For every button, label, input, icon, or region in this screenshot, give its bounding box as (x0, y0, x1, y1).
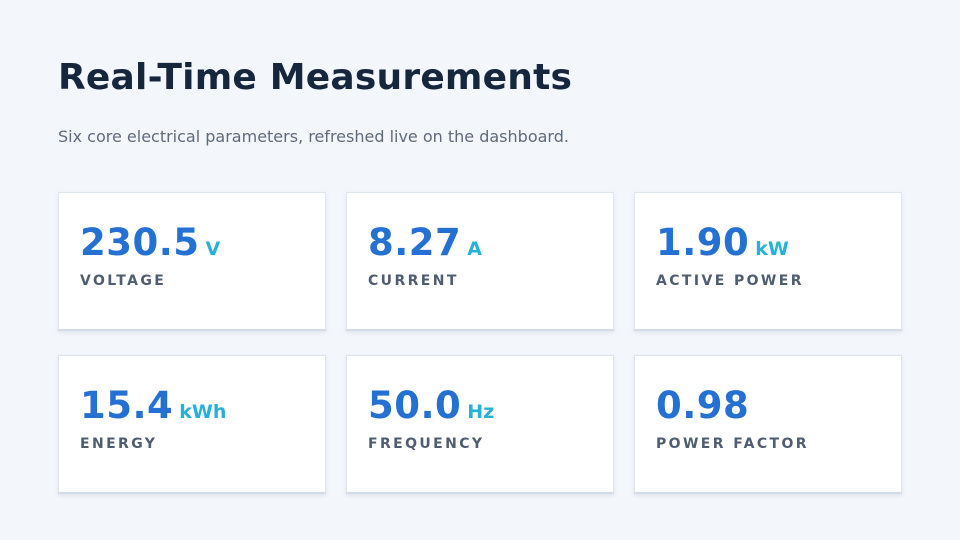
metric-unit: V (205, 238, 221, 260)
metric-value-row: 15.4 kWh (80, 384, 226, 435)
metric-value-row: 1.90 kW (656, 221, 789, 272)
metric-value: 1.90 (656, 221, 750, 264)
metric-value-row: 50.0 Hz (368, 384, 494, 435)
page-title: Real-Time Measurements (58, 57, 573, 98)
page-subtitle: Six core electrical parameters, refreshe… (58, 127, 569, 146)
metric-card-power-factor: 0.98 POWER FACTOR (634, 355, 902, 494)
metric-unit: A (467, 238, 483, 260)
metric-label: POWER FACTOR (656, 436, 809, 452)
metrics-grid: 230.5 V VOLTAGE 8.27 A CURRENT 1.90 kW ACTI… (58, 192, 904, 496)
metric-value: 230.5 (80, 221, 200, 264)
metric-value-row: 8.27 A (368, 221, 482, 272)
metric-label: FREQUENCY (368, 436, 485, 452)
metric-value-row: 230.5 V (80, 221, 220, 272)
dashboard-slide: Real-Time Measurements Six core electric… (0, 0, 960, 540)
metric-unit: kWh (179, 401, 227, 423)
metric-card-frequency: 50.0 Hz FREQUENCY (346, 355, 614, 494)
metric-label: CURRENT (368, 273, 459, 289)
metric-label: ENERGY (80, 436, 158, 452)
metric-unit: Hz (467, 401, 495, 423)
metric-card-energy: 15.4 kWh ENERGY (58, 355, 326, 494)
metric-card-current: 8.27 A CURRENT (346, 192, 614, 331)
metric-value: 8.27 (368, 221, 462, 264)
metric-value: 15.4 (80, 384, 174, 427)
metric-label: ACTIVE POWER (656, 273, 804, 289)
metric-value: 50.0 (368, 384, 462, 427)
metric-value: 0.98 (656, 384, 750, 427)
metric-unit: kW (755, 238, 789, 260)
metric-card-voltage: 230.5 V VOLTAGE (58, 192, 326, 331)
metric-label: VOLTAGE (80, 273, 167, 289)
metric-value-row: 0.98 (656, 384, 755, 435)
metric-card-active-power: 1.90 kW ACTIVE POWER (634, 192, 902, 331)
